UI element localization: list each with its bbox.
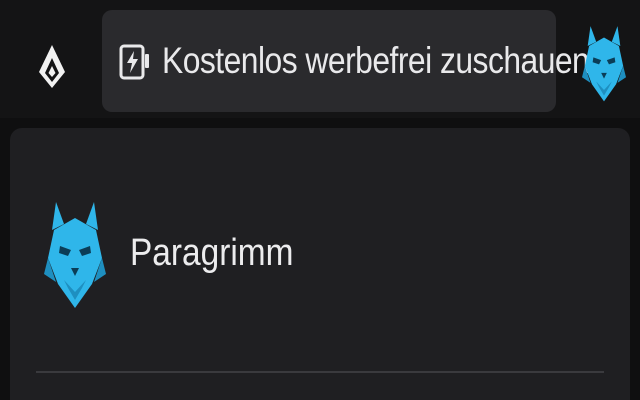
promo-label: Kostenlos werbefrei zuschauen (162, 40, 590, 81)
lynx-avatar-icon (44, 202, 106, 308)
user-avatar-button[interactable] (582, 18, 626, 108)
lynx-avatar-icon (582, 26, 626, 102)
top-bar: Kostenlos werbefrei zuschauen (0, 0, 640, 118)
profile-avatar (44, 196, 106, 312)
profile-dropdown-menu: Paragrimm (10, 128, 630, 400)
home-logo-button[interactable] (32, 38, 72, 94)
profile-menu-item[interactable]: Paragrimm (10, 128, 630, 368)
ad-free-promo-button[interactable]: Kostenlos werbefrei zuschauen (102, 10, 590, 112)
battery-bolt-icon (118, 39, 152, 83)
diamond-logo-icon (39, 45, 65, 88)
menu-divider (36, 371, 604, 373)
profile-name: Paragrimm (130, 232, 294, 274)
app-window: Kostenlos werbefrei zuschauen Paragrimm (0, 0, 640, 400)
